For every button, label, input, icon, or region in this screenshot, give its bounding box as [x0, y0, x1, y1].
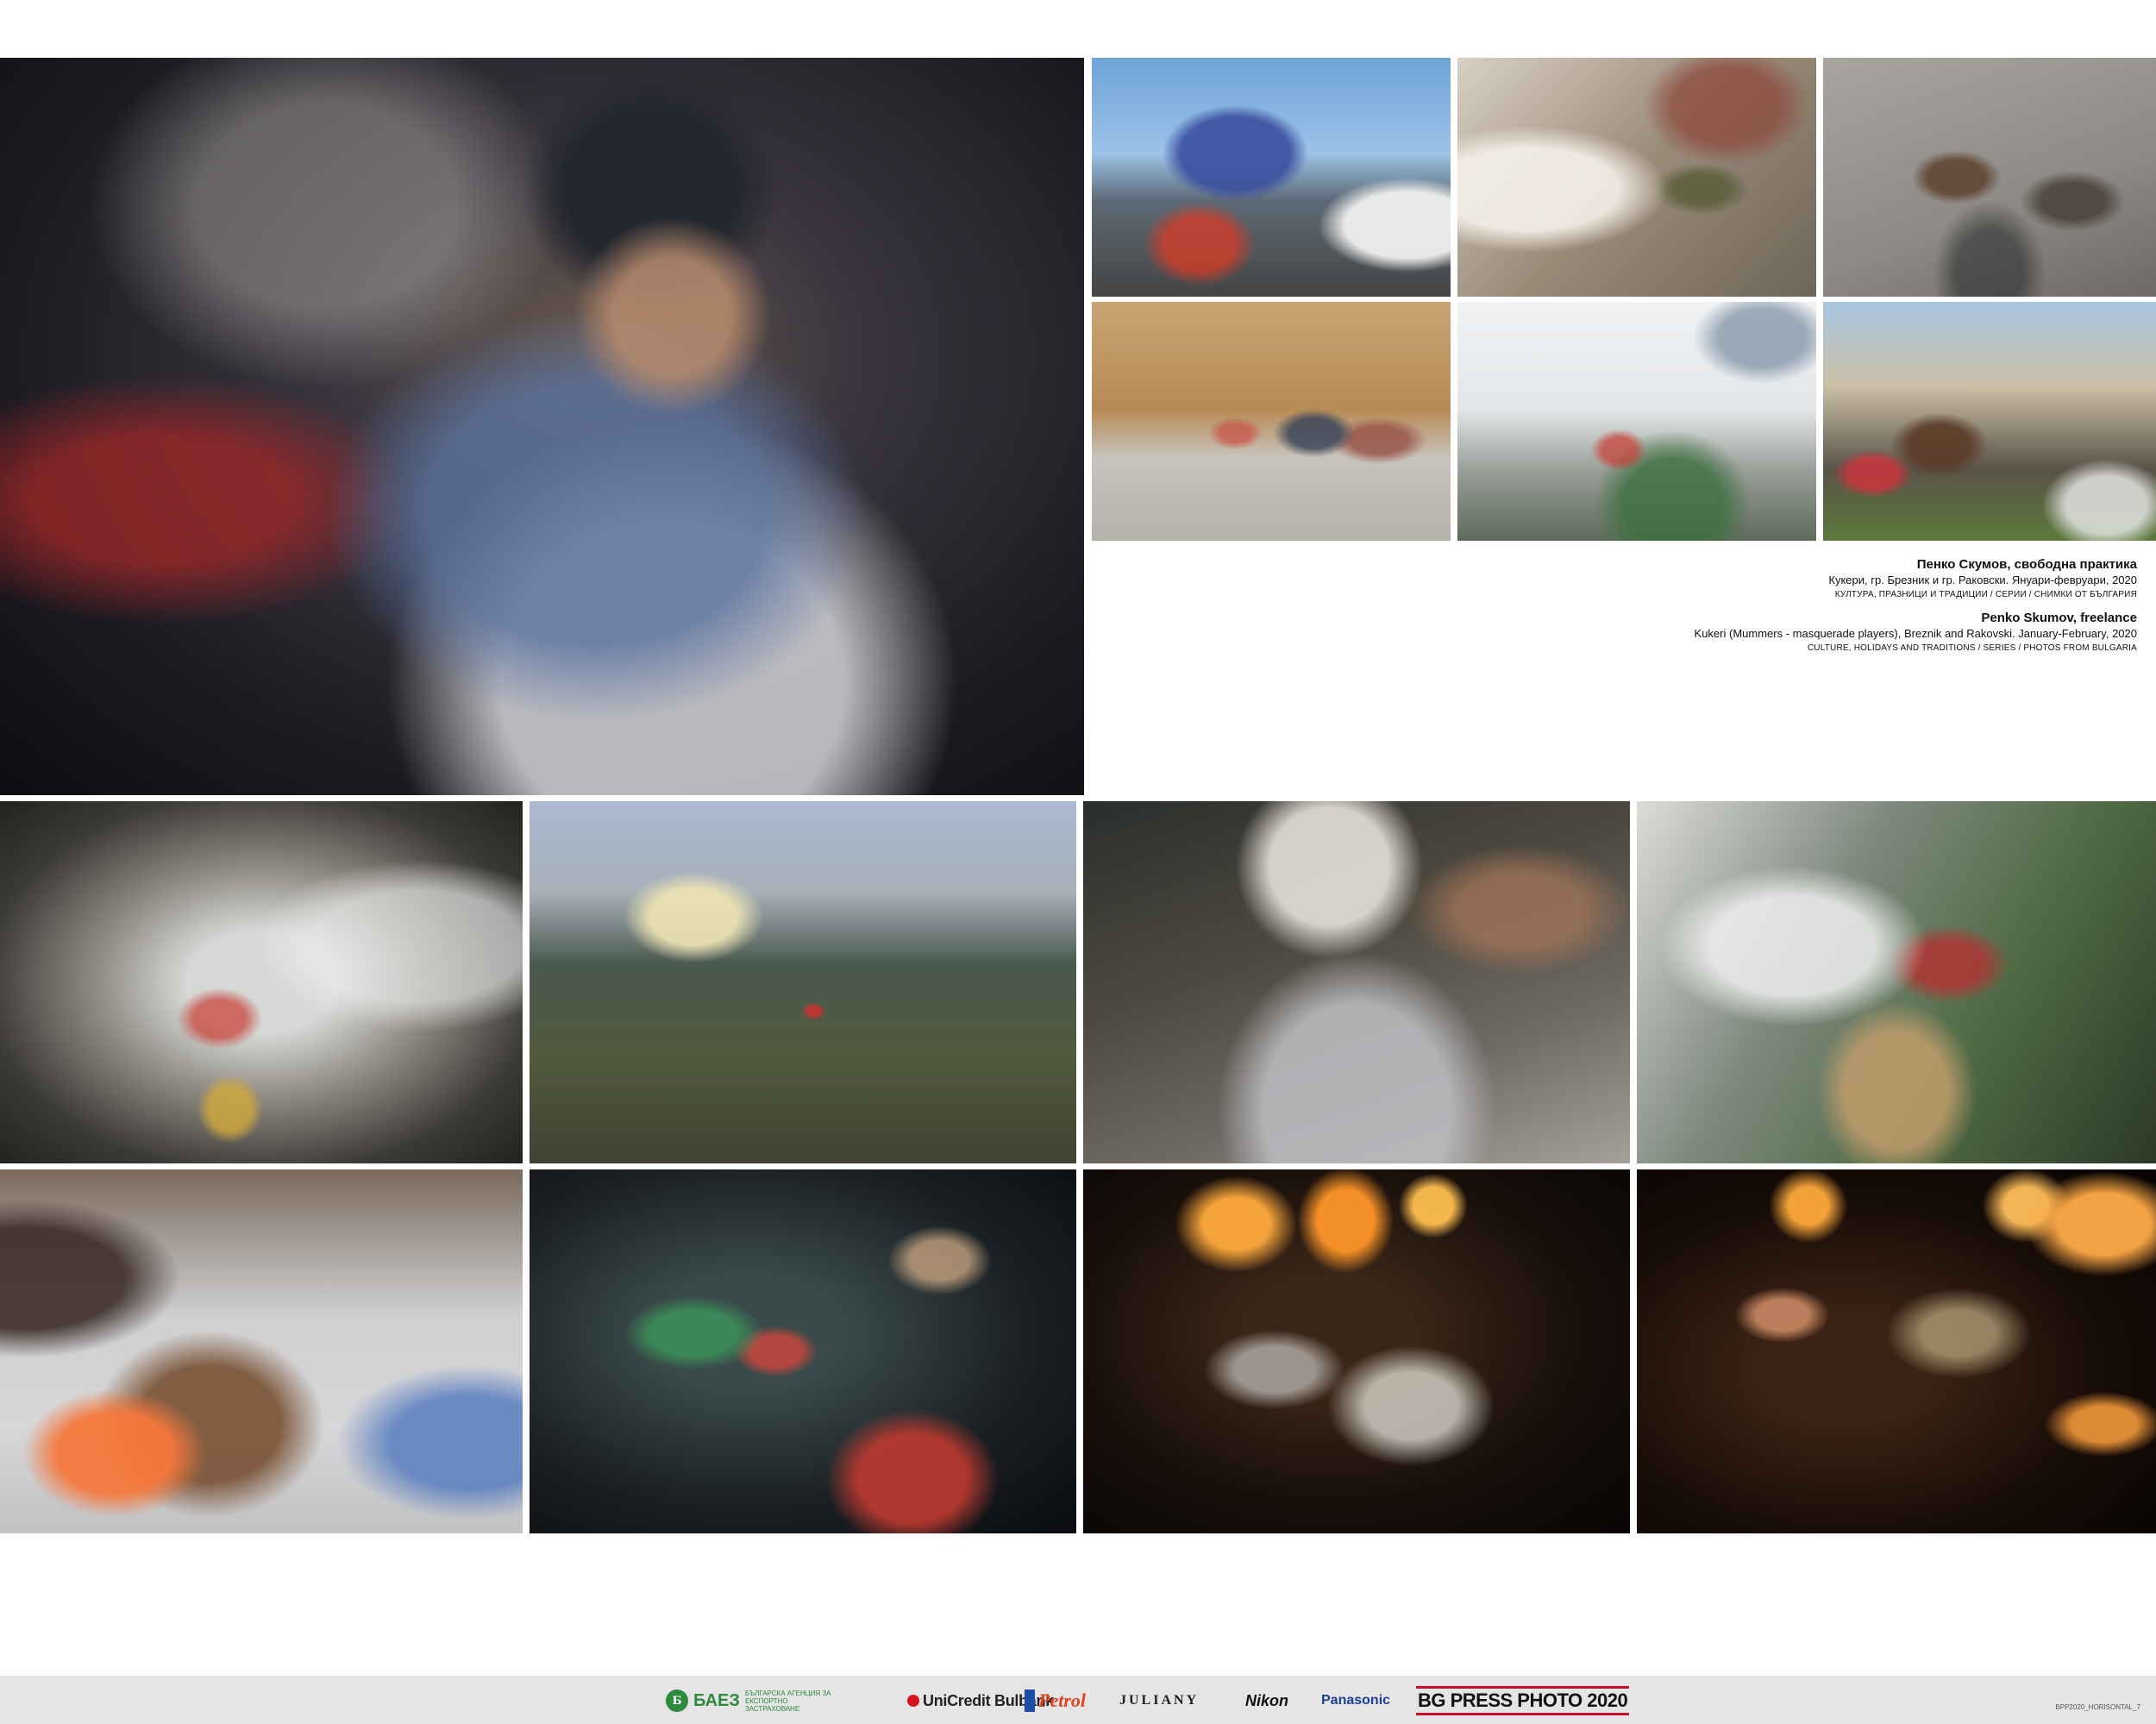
photo-feather-costume-street — [1457, 58, 1816, 297]
baez-name: БАЕЗ — [693, 1690, 740, 1710]
panasonic-logo: Panasonic — [1321, 1687, 1390, 1715]
series-title-en: Kukeri (Mummers - masquerade players), B… — [1694, 627, 2137, 640]
juliany-logo: JULIANY — [1119, 1687, 1199, 1715]
petrol-emblem-icon — [1025, 1690, 1035, 1712]
nikon-logo: Nikon — [1245, 1687, 1288, 1715]
photo-main-mummer-portrait — [0, 58, 1084, 795]
photo-masked-kuker-bells — [1083, 801, 1630, 1163]
photo-torches-night — [1637, 1169, 2156, 1533]
author-name-bg: Пенко Скумов, свободна практика — [1916, 557, 2137, 572]
photo-church-street — [1092, 58, 1451, 297]
nikon-name: Nikon — [1245, 1691, 1289, 1709]
unicredit-emblem-icon — [907, 1695, 919, 1707]
photo-caption: Пенко Скумов, свободна практика Кукери, … — [1361, 556, 2137, 655]
photo-costumes-on-pavement — [1823, 58, 2156, 297]
juliany-name: JULIANY — [1119, 1693, 1200, 1708]
series-title-bg: Кукери, гр. Брезник и гр. Раковски. Януа… — [1828, 574, 2137, 586]
panasonic-name: Panasonic — [1321, 1693, 1391, 1708]
photo-crowd-bear-costume — [1823, 302, 2156, 541]
author-name-en: Penko Skumov, freelance — [1981, 611, 2137, 625]
page-identifier: BPP2020_HORISONTAL_7 — [2055, 1703, 2140, 1711]
photo-couple-on-bench — [1092, 302, 1451, 541]
petrol-name: Petrol — [1038, 1690, 1086, 1711]
photo-boy-through-feathers — [1637, 801, 2156, 1163]
petrol-logo: Petrol — [1025, 1687, 1086, 1715]
photo-field-village — [530, 801, 1076, 1163]
bg-press-photo-name: BG PRESS PHOTO 2020 — [1416, 1686, 1630, 1715]
baez-emblem-icon: Б — [666, 1690, 688, 1712]
photo-torch-procession — [1083, 1169, 1630, 1533]
photo-house-wall — [1457, 302, 1816, 541]
category-bg: КУЛТУРА, ПРАЗНИЦИ И ТРАДИЦИИ / СЕРИИ / С… — [1834, 590, 2137, 599]
photo-children-night — [530, 1169, 1076, 1533]
bg-press-photo-logo: BG PRESS PHOTO 2020 — [1416, 1686, 1630, 1715]
photo-feather-frame — [0, 801, 523, 1163]
photo-fallen-mummer — [0, 1169, 523, 1533]
baez-logo: Б БАЕЗ БЪЛГАРСКА АГЕНЦИЯ ЗА ЕКСПОРТНО ЗА… — [666, 1687, 840, 1715]
baez-subtitle: БЪЛГАРСКА АГЕНЦИЯ ЗА ЕКСПОРТНО ЗАСТРАХОВ… — [744, 1689, 831, 1713]
category-en: CULTURE, HOLIDAYS AND TRADITIONS / SERIE… — [1807, 643, 2137, 653]
